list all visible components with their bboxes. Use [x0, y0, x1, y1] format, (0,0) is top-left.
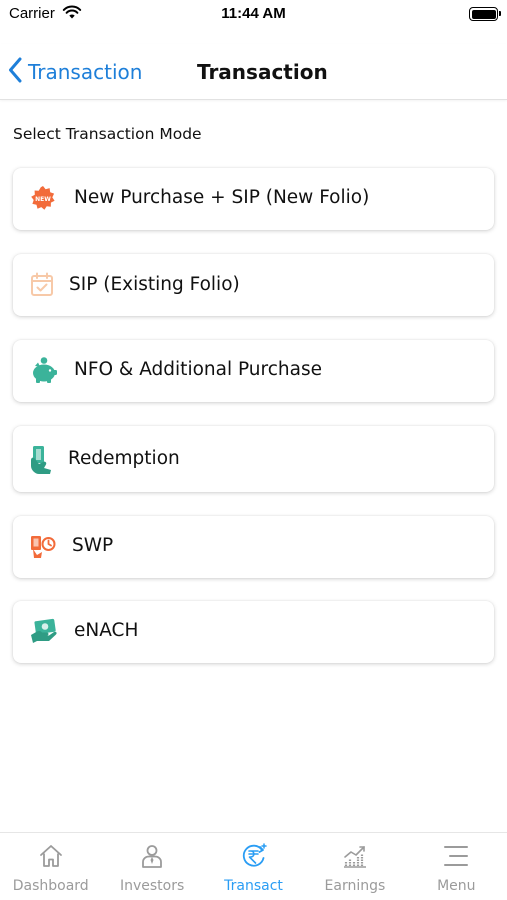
- tab-label: Investors: [119, 878, 185, 894]
- tab-label: Transact: [224, 878, 283, 894]
- investor-icon: [139, 843, 165, 873]
- menu-icon: [442, 843, 470, 873]
- option-label: NFO & Additional Purchase: [74, 359, 322, 380]
- section-label: Select Transaction Mode: [13, 125, 202, 143]
- home-icon: [38, 843, 64, 873]
- rupee-transact-icon: [240, 843, 268, 873]
- navigation-bar: Transaction Transaction: [0, 44, 507, 100]
- option-label: eNACH: [74, 620, 139, 641]
- option-sip-existing[interactable]: SIP (Existing Folio): [13, 254, 494, 316]
- tab-label: Menu: [437, 878, 476, 894]
- hand-money-icon: [30, 445, 52, 475]
- battery-icon: [469, 7, 501, 21]
- piggy-bank-icon: [29, 356, 59, 384]
- tab-menu[interactable]: Menu: [406, 833, 507, 900]
- page-title: Transaction: [197, 60, 328, 84]
- withdrawal-icon: [30, 535, 56, 559]
- chevron-left-icon: [8, 57, 22, 87]
- tab-label: Earnings: [324, 878, 386, 894]
- chart-icon: [342, 843, 368, 873]
- option-enach[interactable]: eNACH: [13, 601, 494, 663]
- calendar-check-icon: [30, 272, 54, 298]
- option-label: SIP (Existing Folio): [69, 274, 240, 295]
- tab-investors[interactable]: Investors: [101, 833, 202, 900]
- svg-text:NEW: NEW: [35, 196, 51, 203]
- status-bar: Carrier 11:44 AM: [0, 0, 507, 28]
- option-swp[interactable]: SWP: [13, 516, 494, 578]
- back-button[interactable]: Transaction: [8, 54, 142, 90]
- option-label: Redemption: [68, 448, 180, 469]
- new-badge-icon: NEW: [30, 185, 56, 211]
- option-new-purchase[interactable]: NEW New Purchase + SIP (New Folio): [13, 168, 494, 230]
- clock: 11:44 AM: [221, 5, 286, 22]
- tab-bar: Dashboard Investors Transact Earnings Me…: [0, 832, 507, 900]
- option-nfo-additional[interactable]: NFO & Additional Purchase: [13, 340, 494, 402]
- option-redemption[interactable]: Redemption: [13, 426, 494, 492]
- tab-dashboard[interactable]: Dashboard: [0, 833, 101, 900]
- option-label: New Purchase + SIP (New Folio): [74, 187, 370, 208]
- back-label: Transaction: [28, 60, 143, 84]
- tab-earnings[interactable]: Earnings: [304, 833, 405, 900]
- tab-transact[interactable]: Transact: [203, 833, 304, 900]
- tab-label: Dashboard: [12, 878, 89, 894]
- mandate-cash-icon: [30, 618, 58, 644]
- option-label: SWP: [72, 535, 114, 556]
